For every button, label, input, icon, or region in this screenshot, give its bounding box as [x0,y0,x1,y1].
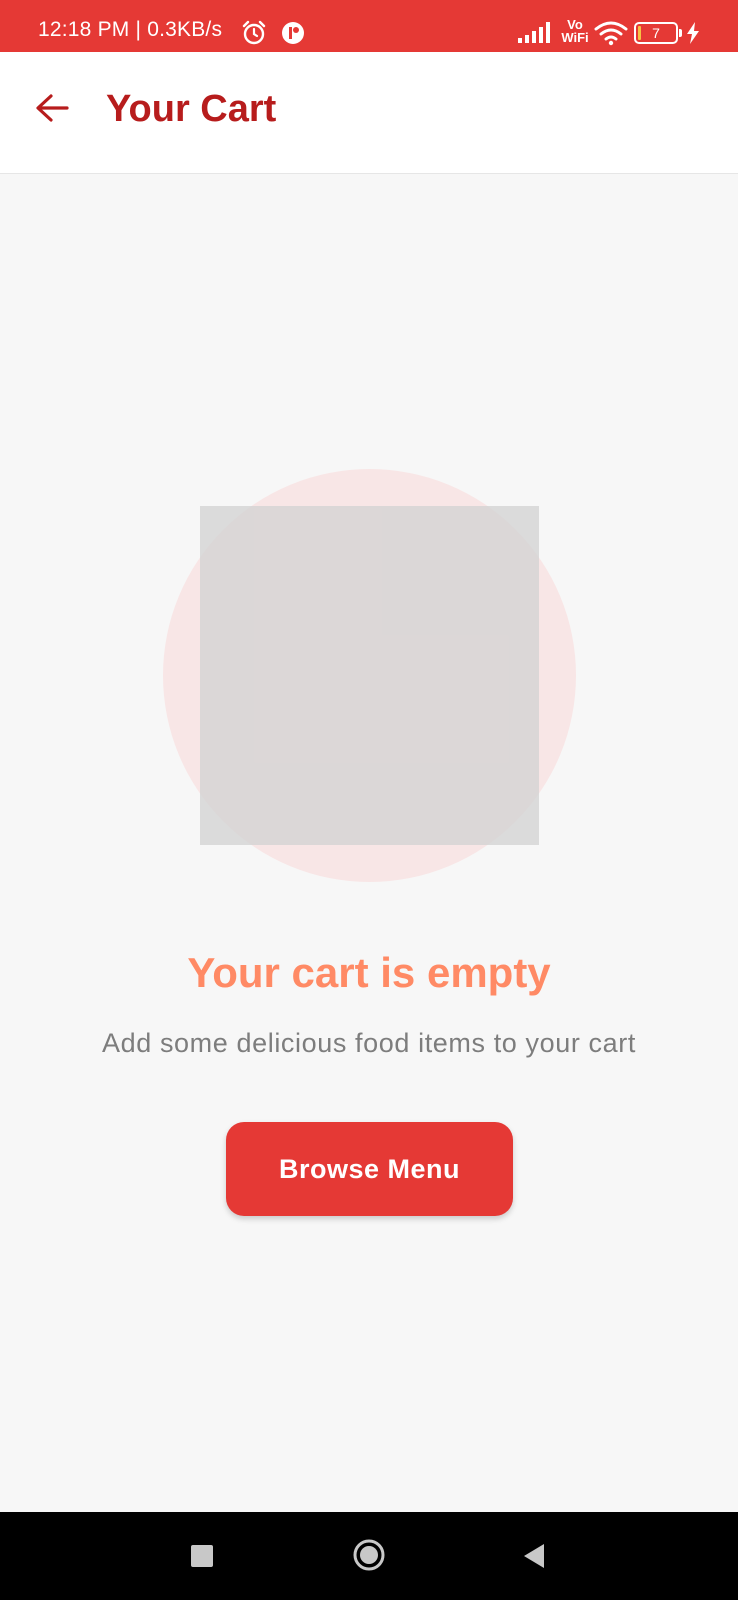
page-title: Your Cart [106,88,277,130]
empty-cart-image-placeholder [200,506,539,845]
battery-icon: 7 [634,22,682,44]
status-bar: 12:18 PM | 0.3KB/s Vo WiFi 7 [0,0,738,52]
wifi-icon [594,21,628,46]
vowifi-indicator: Vo WiFi [558,18,592,48]
arrow-left-icon [36,94,69,122]
cell-signal-icon [518,22,550,43]
back-button[interactable] [26,82,78,134]
battery-terminal [679,29,682,37]
app-bar: Your Cart [0,52,738,174]
circle-home-icon[interactable] [352,1538,386,1572]
charging-bolt-icon [687,22,699,44]
app-notification-icon [282,22,304,44]
empty-cart-subtitle: Add some delicious food items to your ca… [102,1028,636,1058]
system-navigation-bar [0,1512,738,1600]
vowifi-wifi-label: WiFi [561,30,589,45]
cart-screen: 12:18 PM | 0.3KB/s Vo WiFi 7 Your Cart Y… [0,0,738,1600]
battery-level: 7 [652,25,660,41]
triangle-back-icon[interactable] [522,1542,546,1570]
status-time-and-speed: 12:18 PM | 0.3KB/s [38,18,223,41]
alarm-clock-icon [242,20,266,45]
browse-menu-button[interactable]: Browse Menu [226,1122,513,1216]
square-recents-icon[interactable] [191,1545,213,1567]
empty-cart-title: Your cart is empty [187,949,551,996]
